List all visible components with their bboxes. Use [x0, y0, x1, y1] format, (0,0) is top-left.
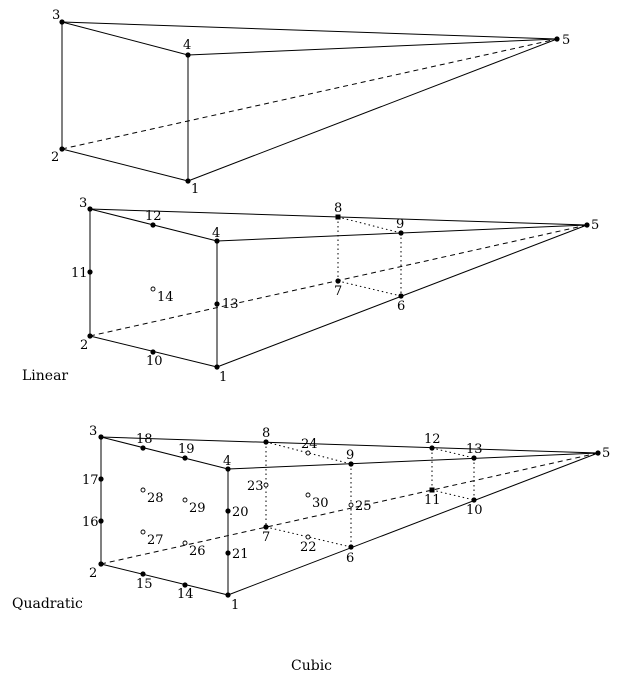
node-3	[87, 206, 93, 212]
node-label: 13	[466, 442, 483, 457]
node-1	[225, 592, 231, 598]
node-label: 14	[177, 587, 194, 602]
caption-cubic: Cubic	[291, 658, 332, 674]
node-11	[87, 269, 93, 275]
node-label: 2	[89, 566, 97, 581]
node-16	[98, 518, 104, 524]
node-label: 13	[222, 297, 239, 312]
node-label: 1	[219, 370, 227, 385]
caption-quadratic: Quadratic	[12, 596, 83, 612]
node-label: 26	[189, 544, 206, 559]
node-label: 8	[334, 201, 342, 216]
node-label: 1	[191, 182, 199, 197]
node-label: 29	[189, 501, 206, 516]
node-label: 3	[52, 8, 60, 23]
node-10	[471, 497, 477, 503]
node-label: 25	[355, 499, 372, 514]
element-diagrams: 1 2 3 4 5 1 2 3 4 5 6 7 8 9 10 11 12 13 …	[12, 8, 610, 674]
node-7	[335, 278, 341, 284]
node-label: 27	[147, 533, 164, 548]
node-20	[225, 508, 231, 514]
node-label: 22	[300, 540, 317, 555]
node-label: 8	[262, 426, 270, 441]
vertices-diagram: 1 2 3 4 5	[51, 8, 570, 197]
node-label: 2	[80, 338, 88, 353]
node-label: 11	[424, 493, 441, 508]
node-30	[305, 492, 311, 498]
node-label: 15	[136, 577, 153, 592]
node-11	[429, 487, 435, 493]
node-label: 5	[562, 33, 570, 48]
node-13	[214, 301, 220, 307]
node-label: 23	[247, 479, 264, 494]
node-label: 12	[424, 432, 441, 447]
linear-diagram: 1 2 3 4 5 6 7 8 9 10 11 12 13 14 Linear	[22, 196, 599, 385]
node-label: 5	[591, 218, 599, 233]
node-label: 28	[147, 491, 164, 506]
node-label: 5	[602, 446, 610, 461]
node-27	[140, 529, 146, 535]
caption-linear: Linear	[22, 368, 68, 384]
node-5	[554, 36, 560, 42]
node-25	[348, 502, 354, 508]
node-label: 19	[178, 442, 195, 457]
node-label: 24	[301, 437, 318, 452]
node-6	[348, 544, 354, 550]
node-label: 14	[157, 290, 174, 305]
node-15	[140, 571, 146, 577]
node-4	[185, 52, 191, 58]
node-label: 18	[136, 432, 153, 447]
node-label: 4	[223, 454, 231, 469]
node-28	[140, 487, 146, 493]
node-2	[98, 561, 104, 567]
quadratic-diagram: 1 2 3 4 5 6 7 8 9 10 11 12 13 14 15 16 1…	[12, 424, 610, 613]
node-label: 21	[232, 547, 249, 562]
node-label: 12	[145, 209, 162, 224]
node-label: 11	[71, 266, 88, 281]
node-26	[182, 540, 188, 546]
node-29	[182, 497, 188, 503]
node-label: 9	[396, 217, 404, 232]
node-label: 20	[232, 505, 249, 520]
node-23	[263, 482, 269, 488]
node-label: 16	[82, 515, 99, 530]
node-14	[150, 286, 156, 292]
node-7	[263, 524, 269, 530]
node-6	[398, 293, 404, 299]
node-5	[595, 450, 601, 456]
node-label: 7	[334, 284, 342, 299]
node-label: 4	[183, 38, 191, 53]
node-21	[225, 550, 231, 556]
node-1	[185, 178, 191, 184]
node-label: 3	[79, 196, 87, 211]
node-label: 1	[231, 598, 239, 613]
node-label: 17	[82, 473, 99, 488]
node-17	[98, 476, 104, 482]
node-label: 9	[346, 448, 354, 463]
node-5	[584, 222, 590, 228]
node-label: 3	[89, 424, 97, 439]
node-label: 10	[466, 503, 483, 518]
node-label: 2	[51, 150, 59, 165]
node-label: 7	[262, 530, 270, 545]
node-label: 30	[312, 496, 329, 511]
node-22	[305, 534, 311, 540]
node-label: 6	[397, 299, 405, 314]
node-1	[214, 364, 220, 370]
node-2	[59, 146, 65, 152]
node-label: 6	[346, 551, 354, 566]
node-3	[98, 434, 104, 440]
node-label: 10	[146, 354, 163, 369]
node-label: 4	[212, 226, 220, 241]
